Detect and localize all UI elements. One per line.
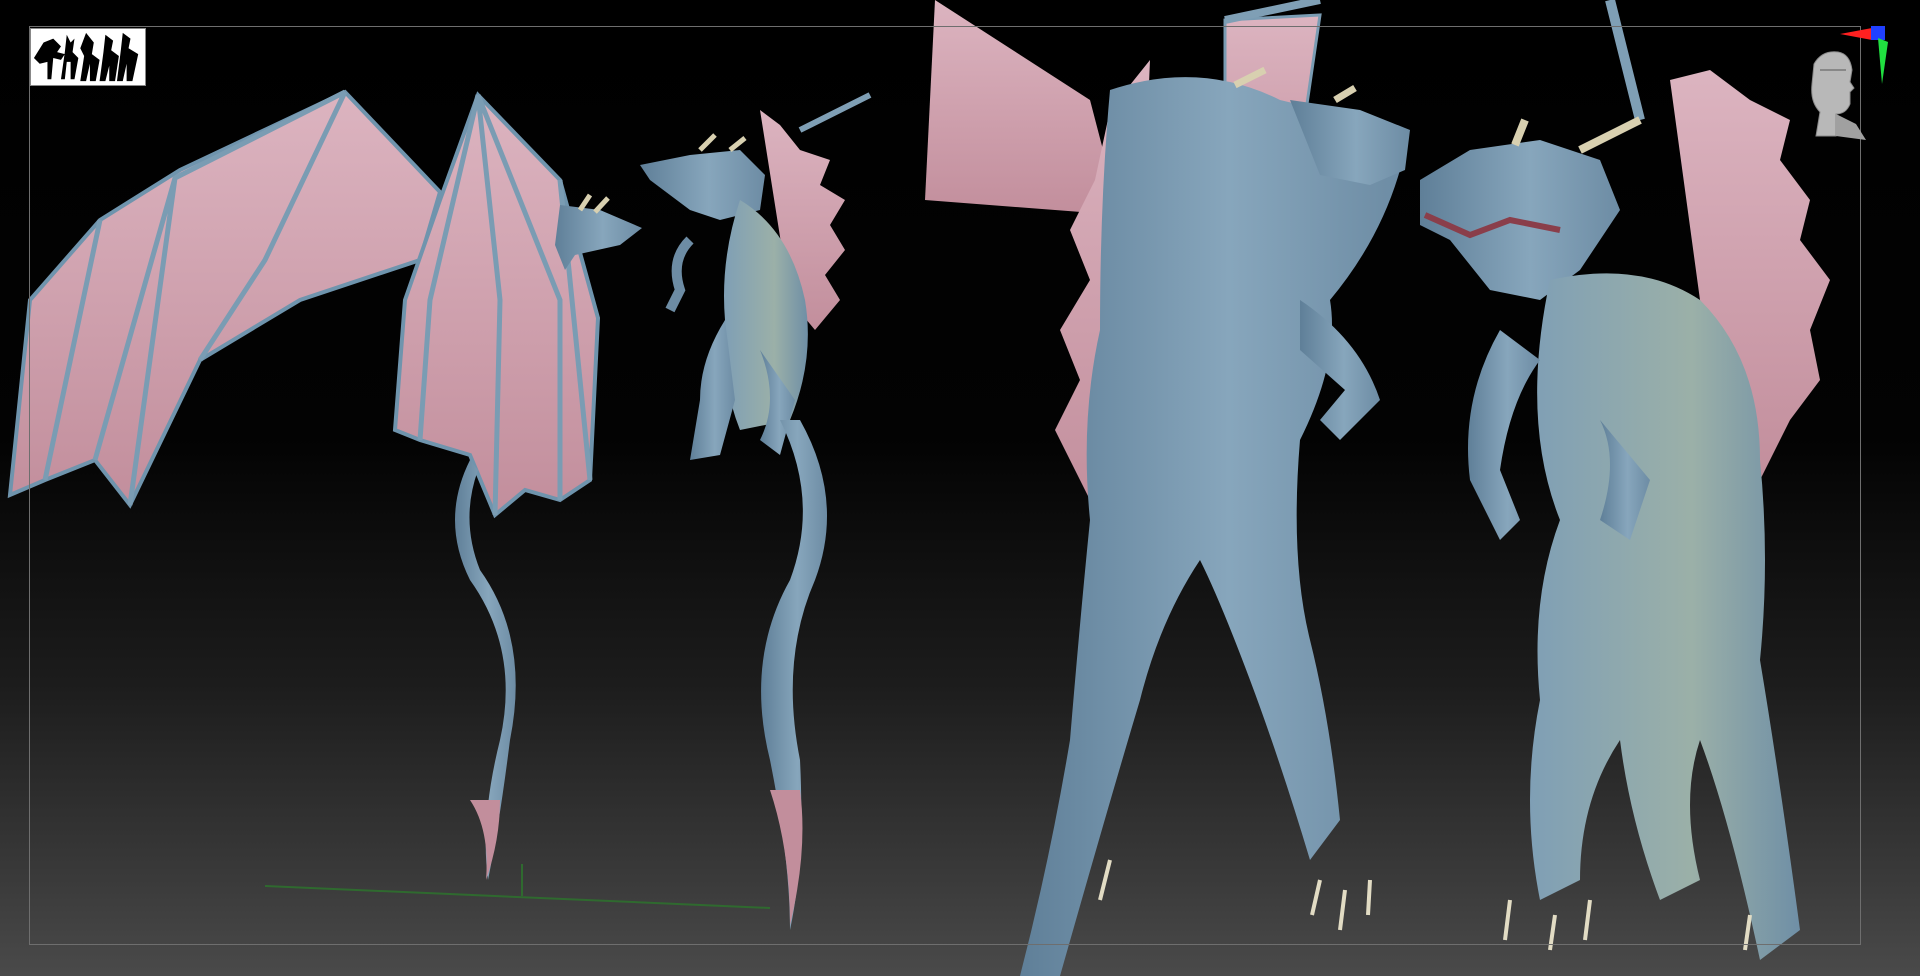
subtool-thumbnail-icon[interactable] [30, 28, 146, 86]
navigation-head-icon[interactable] [1811, 51, 1866, 140]
document-frame [29, 26, 1861, 945]
canvas-viewport[interactable] [0, 0, 1920, 976]
navigation-gizmo[interactable] [1796, 24, 1892, 144]
